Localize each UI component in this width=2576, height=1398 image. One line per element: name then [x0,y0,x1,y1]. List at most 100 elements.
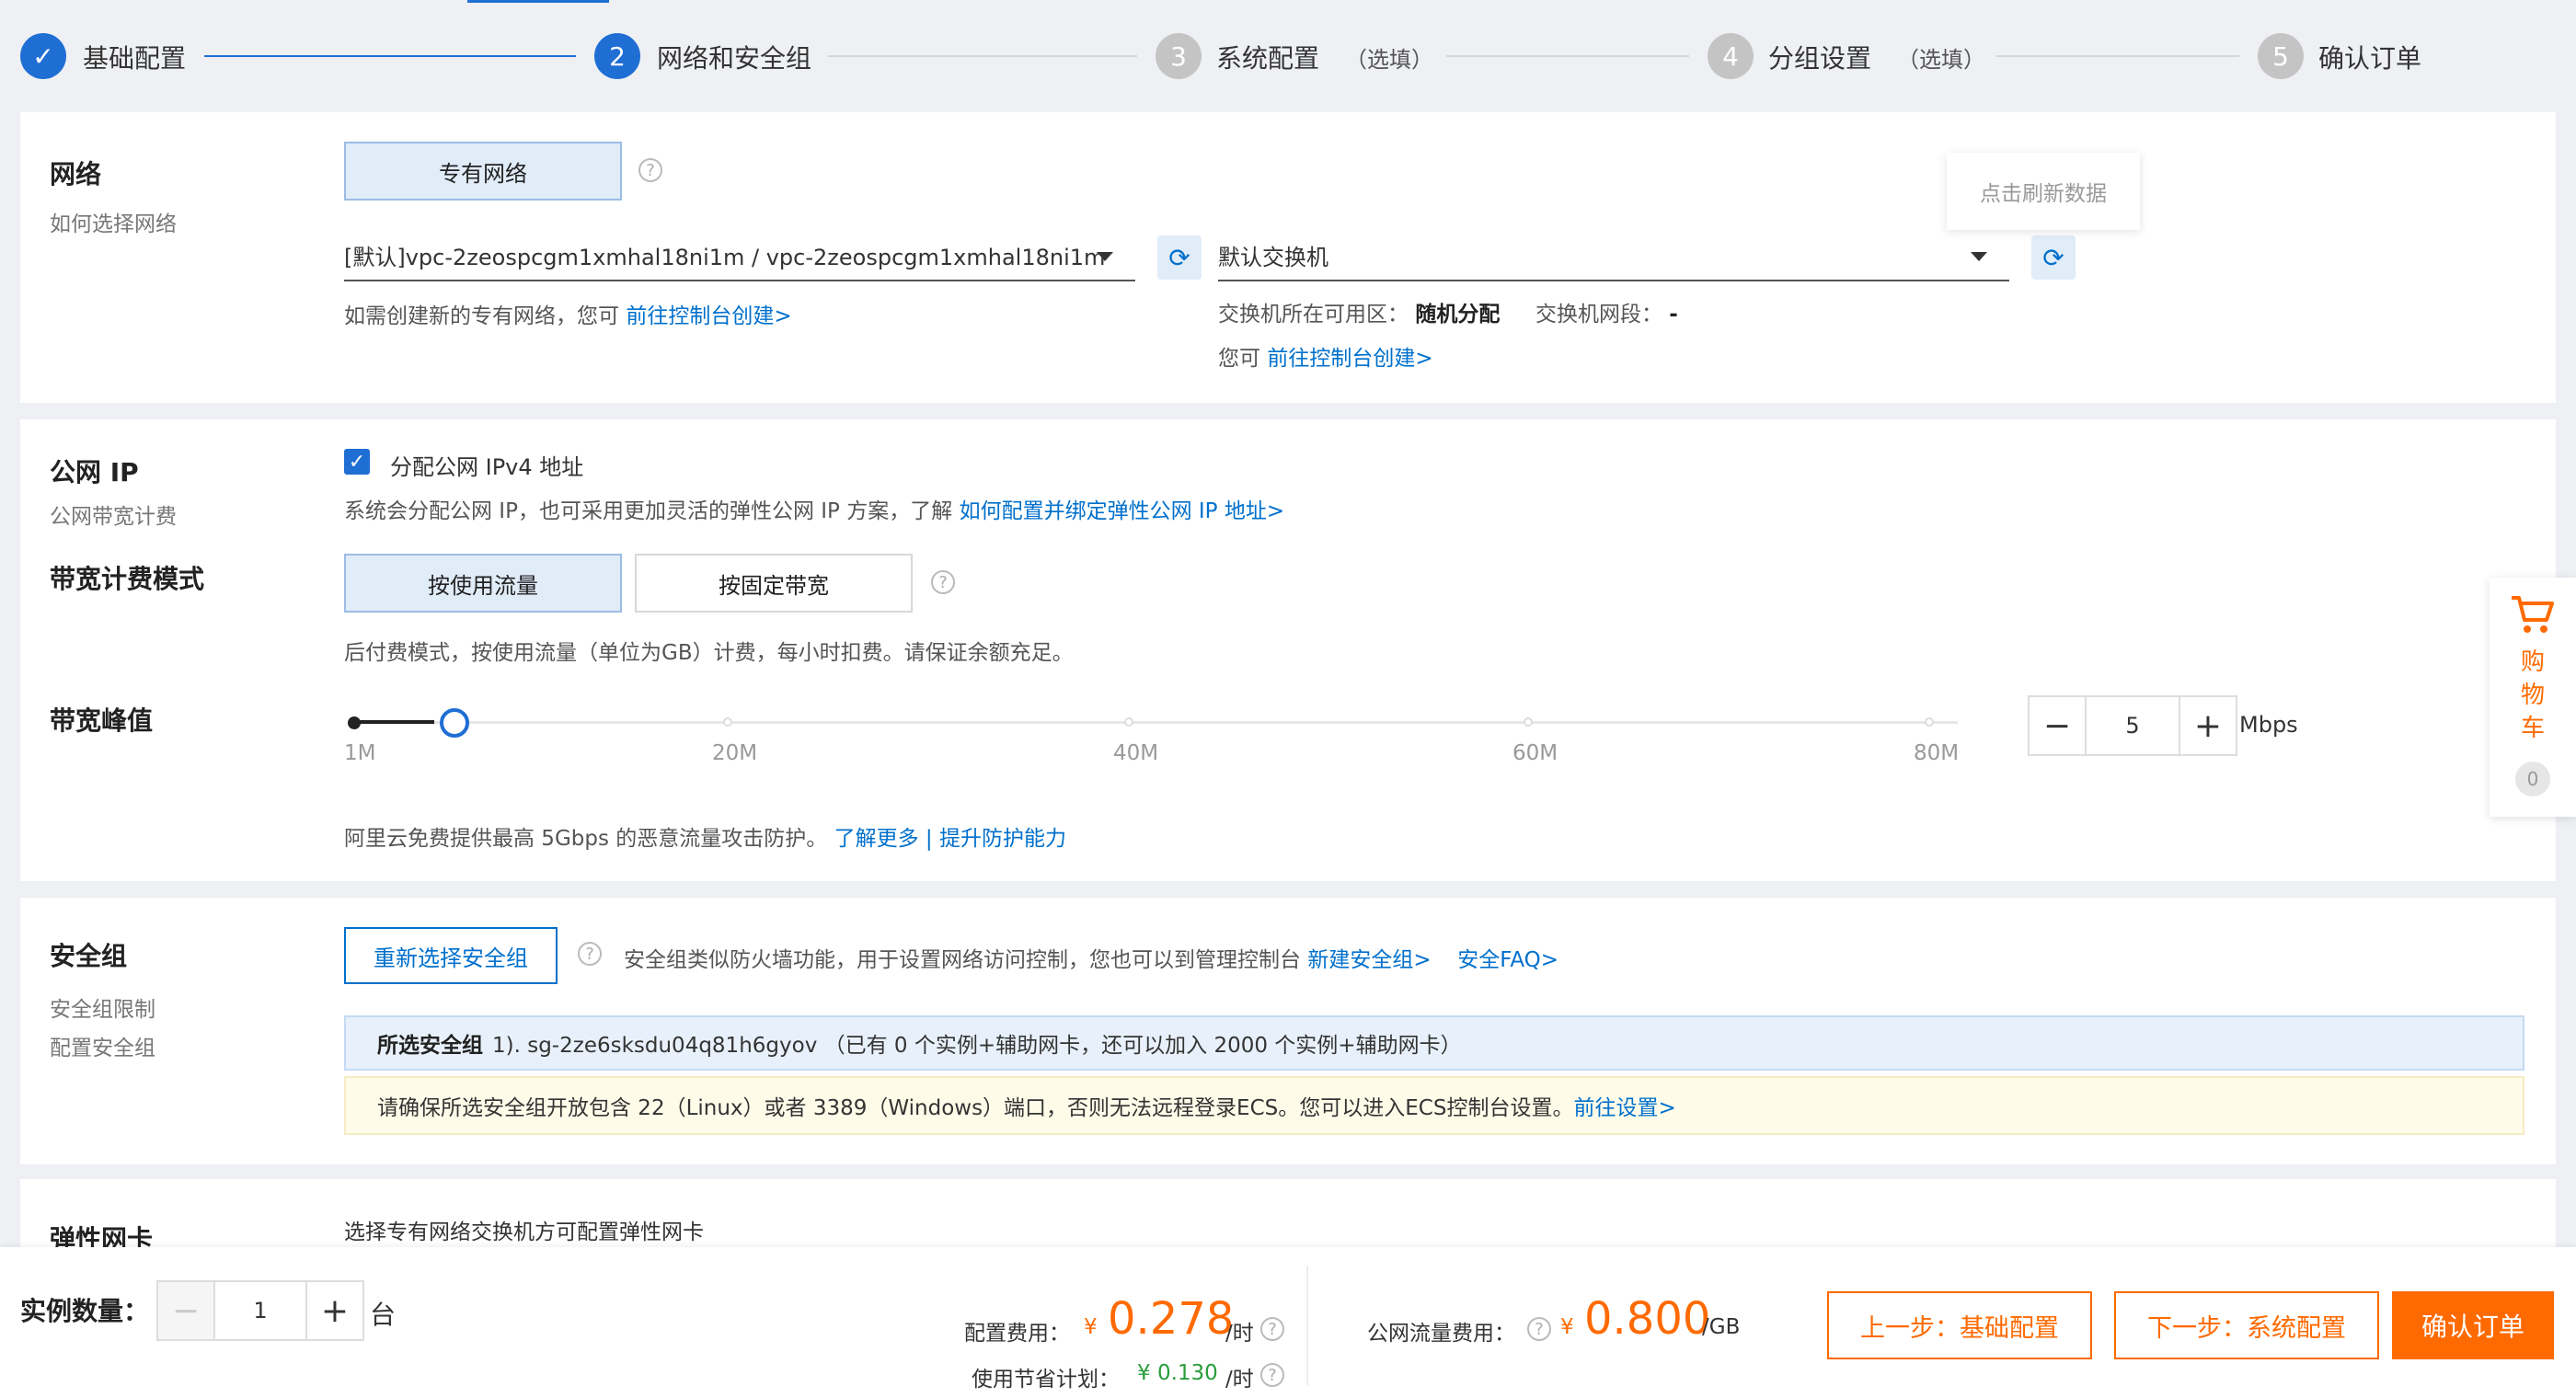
bandwidth-value[interactable]: 5 [2085,697,2180,754]
security-group-config-link[interactable]: 配置安全组 [50,1030,155,1061]
slider-tick-label: 60M [1512,741,1558,765]
vpc-hint-text: 如需创建新的专有网络，您可 [344,304,619,328]
security-group-desc-text: 安全组类似防火墙功能，用于设置网络访问控制，您也可以到管理控制台 [624,948,1301,972]
chevron-down-icon[interactable] [1971,252,1987,261]
zone-info: 交换机所在可用区： 随机分配 交换机网段： - [1218,296,1678,327]
billing-by-traffic-button[interactable]: 按使用流量 [344,554,622,613]
selected-security-group-box: 所选安全组 1). sg-2ze6sksdu04q81h6gyov （已有 0 … [344,1015,2524,1071]
security-group-limit-link[interactable]: 安全组限制 [50,991,155,1023]
plus-icon[interactable]: + [307,1282,362,1339]
security-group-section: 安全组 安全组限制 配置安全组 重新选择安全组 ? 安全组类似防火墙功能，用于设… [20,898,2556,1164]
cart-icon [2508,590,2558,636]
vswitch-select[interactable]: 默认交换机 [1218,230,2009,281]
traffic-fee-currency: ¥ [1560,1315,1574,1339]
step-5-number: 5 [2258,33,2304,79]
security-faq-link[interactable]: 安全FAQ> [1457,948,1558,972]
step-3-optional: （选填） [1345,47,1433,73]
step-1-label[interactable]: 基础配置 [83,39,186,75]
help-icon[interactable]: ? [931,570,955,594]
step-5-label: 确认订单 [2318,43,2422,74]
config-fee-label: 配置费用： [964,1322,1070,1346]
help-icon[interactable]: ? [1260,1363,1284,1387]
next-step-button[interactable]: 下一步：系统配置 [2114,1291,2379,1359]
step-connector [1996,55,2239,57]
shopping-cart[interactable]: 购 物 车 0 [2490,578,2576,817]
billing-desc: 后付费模式，按使用流量（单位为GB）计费，每小时扣费。请保证余额充足。 [344,641,1074,665]
assign-ipv4-checkbox[interactable]: ✓ [344,449,370,475]
security-group-desc: 安全组类似防火墙功能，用于设置网络访问控制，您也可以到管理控制台 新建安全组> … [624,942,1558,973]
selected-security-group-value: 1). sg-2ze6sksdu04q81h6gyov （已有 0 个实例+辅助… [492,1034,1462,1058]
network-section: 网络 如何选择网络 专有网络 ? [默认]vpc-2zeospcgm1xmhal… [20,112,2556,403]
help-icon[interactable]: ? [1260,1317,1284,1341]
slider-mark [1524,717,1533,727]
step-4-label: 分组设置 [1768,43,1872,74]
confirm-order-button[interactable]: 确认订单 [2392,1291,2554,1359]
public-ip-section: 公网 IP 公网带宽计费 ✓ 分配公网 IPv4 地址 系统会分配公网 IP，也… [20,419,2556,881]
port-warning-box: 请确保所选安全组开放包含 22（Linux）或者 3389（Windows）端口… [344,1076,2524,1135]
vpc-type-button[interactable]: 专有网络 [344,142,622,201]
slider-tick-label: 20M [712,741,758,765]
eni-section: 弹性网卡 选择专有网络交换机方可配置弹性网卡 [20,1179,2556,1255]
security-group-title: 安全组 [50,941,128,971]
refresh-vpc-icon[interactable]: ⟳ [1157,235,1202,280]
chevron-down-icon[interactable] [1097,252,1113,261]
config-fee-unit: /时 [1225,1322,1254,1346]
eip-desc-text: 系统会分配公网 IP，也可采用更加灵活的弹性公网 IP 方案，了解 [344,499,953,523]
step-3-number: 3 [1156,33,1202,79]
port-warning-text: 请确保所选安全组开放包含 22（Linux）或者 3389（Windows）端口… [377,1096,1574,1120]
zone-value: 随机分配 [1415,303,1501,327]
config-fee-value: 0.278 [1108,1293,1235,1345]
refresh-vswitch-icon[interactable]: ⟳ [2031,235,2076,280]
eip-desc: 系统会分配公网 IP，也可采用更加灵活的弹性公网 IP 方案，了解 如何配置并绑… [344,493,1284,524]
vpc-select[interactable]: [默认]vpc-2zeospcgm1xmhal18ni1m / vpc-2zeo… [344,230,1135,281]
step-connector [828,55,1137,57]
cart-count-badge: 0 [2515,762,2550,796]
bandwidth-stepper[interactable]: − 5 + [2028,695,2237,756]
ddos-learn-more-link[interactable]: 了解更多 | 提升防护能力 [834,827,1066,851]
reselect-security-group-button[interactable]: 重新选择安全组 [344,927,558,984]
refresh-tooltip: 点击刷新数据 [1947,153,2140,230]
footer-divider [1306,1266,1308,1385]
wizard-steps: ✓ 基础配置 2 网络和安全组 3 系统配置 （选填） 4 分组设置 （选填） … [0,0,2576,110]
cidr-value: - [1669,303,1678,327]
prev-step-button[interactable]: 上一步：基础配置 [1827,1291,2092,1359]
help-icon[interactable]: ? [578,942,602,966]
slider-handle[interactable] [440,708,469,738]
instance-qty-label: 实例数量： [20,1296,150,1326]
slider-track [353,721,1958,724]
new-security-group-link[interactable]: 新建安全组> [1307,948,1431,972]
assign-ipv4-label[interactable]: 分配公网 IPv4 地址 [390,449,583,481]
peak-bandwidth-title: 带宽峰值 [50,705,154,736]
billing-fixed-bandwidth-button[interactable]: 按固定带宽 [635,554,913,613]
help-icon[interactable]: ? [1527,1317,1551,1341]
vswitch-hint: 您可 前往控制台创建> [1218,340,1433,372]
saving-plan-value: ¥ 0.130 [1137,1361,1218,1385]
step-connector [1446,55,1689,57]
vpc-create-link[interactable]: 前往控制台创建> [626,304,791,328]
slider-mark [1124,717,1133,727]
saving-plan-unit: /时 [1225,1368,1254,1392]
minus-icon[interactable]: − [158,1282,213,1339]
eni-desc: 选择专有网络交换机方可配置弹性网卡 [344,1220,704,1244]
step-2-number: 2 [594,33,640,79]
cidr-label: 交换机网段： [1535,303,1662,327]
instance-qty-stepper[interactable]: − 1 + [156,1280,364,1341]
eip-config-link[interactable]: 如何配置并绑定弹性公网 IP 地址> [960,499,1285,523]
vpc-hint: 如需创建新的专有网络，您可 前往控制台创建> [344,298,792,329]
network-help-link[interactable]: 如何选择网络 [50,206,177,237]
public-ip-billing-link[interactable]: 公网带宽计费 [50,498,177,530]
goto-settings-link[interactable]: 前往设置> [1573,1090,1675,1121]
saving-plan-label: 使用节省计划： [972,1368,1120,1392]
traffic-fee-unit: /GB [1702,1315,1741,1339]
instance-qty-value[interactable]: 1 [213,1282,307,1339]
minus-icon[interactable]: − [2030,697,2085,754]
slider-mark [723,717,732,727]
plus-icon[interactable]: + [2180,697,2236,754]
step-3-label: 系统配置 [1216,43,1320,74]
vswitch-create-link[interactable]: 前往控制台创建> [1267,347,1432,371]
vswitch-hint-text: 您可 [1218,347,1260,371]
network-title: 网络 [50,159,102,189]
slider-tick-label: 40M [1113,741,1159,765]
help-icon[interactable]: ? [638,158,662,182]
config-fee-currency: ¥ [1084,1315,1098,1339]
